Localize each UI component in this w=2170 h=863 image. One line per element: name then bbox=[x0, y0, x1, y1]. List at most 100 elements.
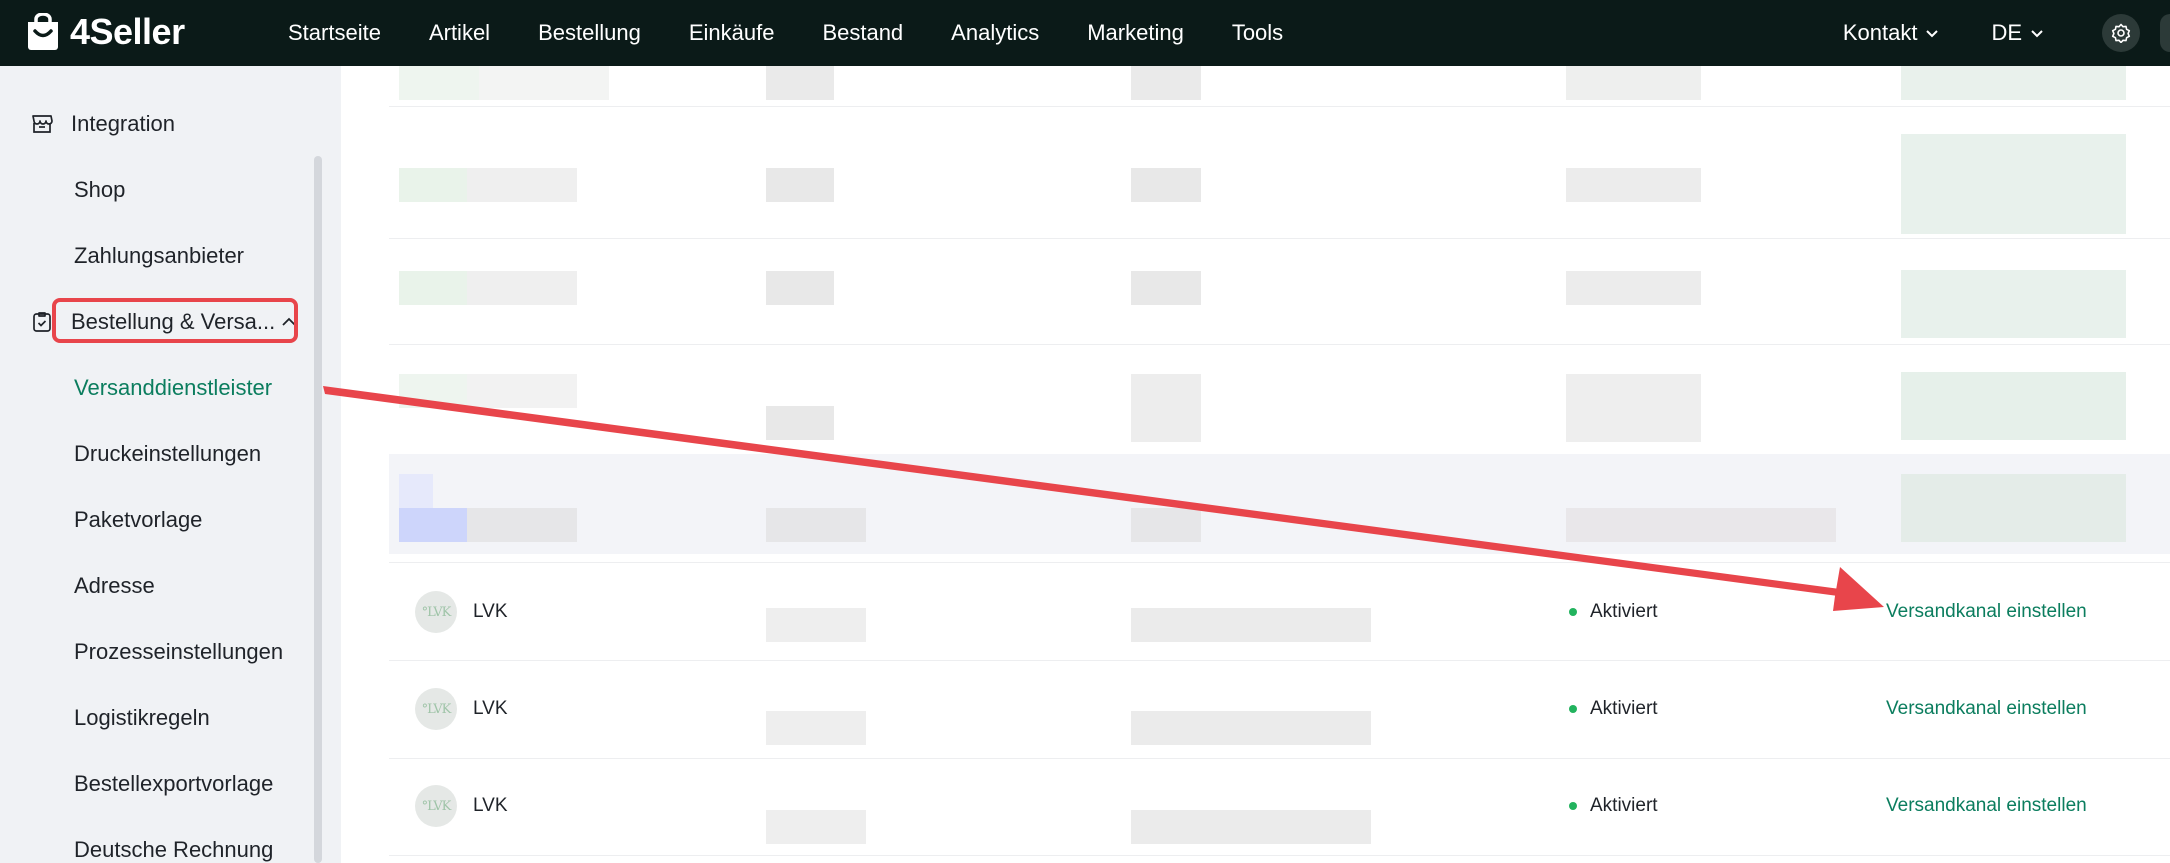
configure-shipping-channel-link[interactable]: Versandkanal einstellen bbox=[1886, 795, 2087, 817]
nav-item-analytics[interactable]: Analytics bbox=[951, 20, 1039, 46]
row-divider bbox=[389, 344, 2170, 345]
redacted-cell bbox=[766, 406, 834, 440]
redacted-cell bbox=[399, 66, 479, 100]
redacted-cell bbox=[1901, 134, 2126, 234]
carrier-logo: °LVK bbox=[415, 785, 457, 827]
redacted-cell bbox=[1901, 66, 2126, 100]
chevron-down-icon bbox=[2031, 30, 2043, 38]
nav-item-marketing[interactable]: Marketing bbox=[1087, 20, 1184, 46]
language-label: DE bbox=[1991, 20, 2022, 45]
gear-icon bbox=[2111, 23, 2131, 43]
redacted-cell bbox=[399, 508, 467, 542]
sidebar-group-integration[interactable]: Integration bbox=[30, 111, 175, 137]
carrier-name: LVK bbox=[473, 795, 508, 816]
carrier-name: LVK bbox=[473, 698, 508, 719]
sidebar-item-versanddienstleister[interactable]: Versanddienstleister bbox=[74, 375, 272, 401]
sidebar-item-zahlungsanbieter[interactable]: Zahlungsanbieter bbox=[74, 243, 244, 269]
brand-logo[interactable]: 4Seller bbox=[24, 11, 185, 53]
configure-shipping-channel-link[interactable]: Versandkanal einstellen bbox=[1886, 698, 2087, 720]
nav-item-tools[interactable]: Tools bbox=[1232, 20, 1283, 46]
redacted-cell bbox=[1566, 168, 1701, 202]
status-dot-icon bbox=[1569, 705, 1577, 713]
settings-button[interactable] bbox=[2102, 14, 2140, 52]
redacted-cell bbox=[1131, 168, 1201, 202]
redacted-cell bbox=[1901, 474, 2126, 542]
row-divider bbox=[389, 758, 2170, 759]
status-badge: Aktiviert bbox=[1569, 795, 1658, 817]
redacted-cell bbox=[399, 374, 467, 408]
annotation-highlight-box bbox=[52, 298, 298, 343]
redacted-cell bbox=[1566, 508, 1836, 542]
row-divider bbox=[389, 106, 2170, 107]
chevron-down-icon bbox=[1926, 30, 1939, 38]
shopping-bag-icon bbox=[28, 13, 58, 50]
redacted-cell bbox=[766, 608, 866, 642]
row-divider bbox=[389, 238, 2170, 239]
brand-name: 4Seller bbox=[70, 11, 185, 52]
redacted-cell bbox=[1131, 508, 1201, 542]
sidebar-item-shop[interactable]: Shop bbox=[74, 177, 125, 203]
sidebar-item-paketvorlage[interactable]: Paketvorlage bbox=[74, 507, 202, 533]
redacted-cell bbox=[399, 474, 433, 508]
redacted-cell bbox=[399, 168, 467, 202]
status-badge: Aktiviert bbox=[1569, 698, 1658, 720]
redacted-cell bbox=[766, 66, 834, 100]
redacted-cell bbox=[1131, 711, 1371, 745]
sidebar-item-prozesseinstellungen[interactable]: Prozesseinstellungen bbox=[74, 639, 283, 665]
nav-item-artikel[interactable]: Artikel bbox=[429, 20, 490, 46]
nav-item-bestellung[interactable]: Bestellung bbox=[538, 20, 641, 46]
sidebar-item-logistikregeln[interactable]: Logistikregeln bbox=[74, 705, 210, 731]
sidebar-item-deutsche-rechnung[interactable]: Deutsche Rechnung bbox=[74, 837, 273, 863]
redacted-cell bbox=[479, 66, 609, 100]
redacted-cell bbox=[1131, 810, 1371, 844]
redacted-cell bbox=[1566, 271, 1701, 305]
nav-item-startseite[interactable]: Startseite bbox=[288, 20, 381, 46]
sidebar-group-label: Integration bbox=[71, 111, 175, 136]
contact-dropdown[interactable]: Kontakt bbox=[1843, 20, 1940, 46]
redacted-cell bbox=[1566, 374, 1701, 442]
status-dot-icon bbox=[1569, 608, 1577, 616]
redacted-cell bbox=[1131, 608, 1371, 642]
carrier-name: LVK bbox=[473, 601, 508, 622]
redacted-cell bbox=[467, 374, 577, 408]
redacted-cell bbox=[1131, 66, 1201, 100]
status-badge: Aktiviert bbox=[1569, 601, 1658, 623]
redacted-cell bbox=[399, 271, 467, 305]
redacted-cell bbox=[766, 711, 866, 745]
redacted-cell bbox=[766, 810, 866, 844]
sidebar-item-druckeinstellungen[interactable]: Druckeinstellungen bbox=[74, 441, 261, 467]
row-divider bbox=[389, 562, 2170, 563]
nav-item-bestand[interactable]: Bestand bbox=[822, 20, 903, 46]
sidebar-item-adresse[interactable]: Adresse bbox=[74, 573, 155, 599]
top-navigation-bar: 4Seller Startseite Artikel Bestellung Ei… bbox=[0, 0, 2170, 66]
carrier-logo: °LVK bbox=[415, 688, 457, 730]
configure-shipping-channel-link[interactable]: Versandkanal einstellen bbox=[1886, 601, 2087, 623]
sidebar-item-bestellexportvorlage[interactable]: Bestellexportvorlage bbox=[74, 771, 273, 797]
store-icon bbox=[32, 115, 53, 133]
redacted-cell bbox=[1901, 372, 2126, 440]
redacted-cell bbox=[1566, 66, 1701, 100]
redacted-cell bbox=[1901, 270, 2126, 338]
language-dropdown[interactable]: DE bbox=[1991, 20, 2044, 46]
status-dot-icon bbox=[1569, 802, 1577, 810]
nav-right-controls: Kontakt DE bbox=[1843, 0, 2170, 66]
clipboard-check-icon bbox=[33, 312, 51, 332]
redacted-cell bbox=[766, 508, 866, 542]
contact-label: Kontakt bbox=[1842, 20, 1918, 45]
nav-item-einkaeufe[interactable]: Einkäufe bbox=[689, 20, 775, 46]
settings-sidebar: Integration Shop Zahlungsanbieter Bestel… bbox=[0, 66, 328, 863]
redacted-cell bbox=[467, 271, 577, 305]
redacted-cell bbox=[1131, 374, 1201, 442]
redacted-cell bbox=[766, 168, 834, 202]
carrier-table-panel: °LVK LVK Aktiviert Versandkanal einstell… bbox=[341, 66, 2170, 863]
redacted-cell bbox=[467, 168, 577, 202]
redacted-cell bbox=[1131, 271, 1201, 305]
sidebar-scrollbar[interactable] bbox=[314, 156, 322, 863]
carrier-logo: °LVK bbox=[415, 591, 457, 633]
row-divider bbox=[389, 855, 2170, 856]
redacted-cell bbox=[467, 508, 577, 542]
redacted-cell bbox=[766, 271, 834, 305]
main-nav: Startseite Artikel Bestellung Einkäufe B… bbox=[288, 0, 1331, 66]
row-divider bbox=[389, 660, 2170, 661]
avatar[interactable] bbox=[2160, 14, 2170, 52]
